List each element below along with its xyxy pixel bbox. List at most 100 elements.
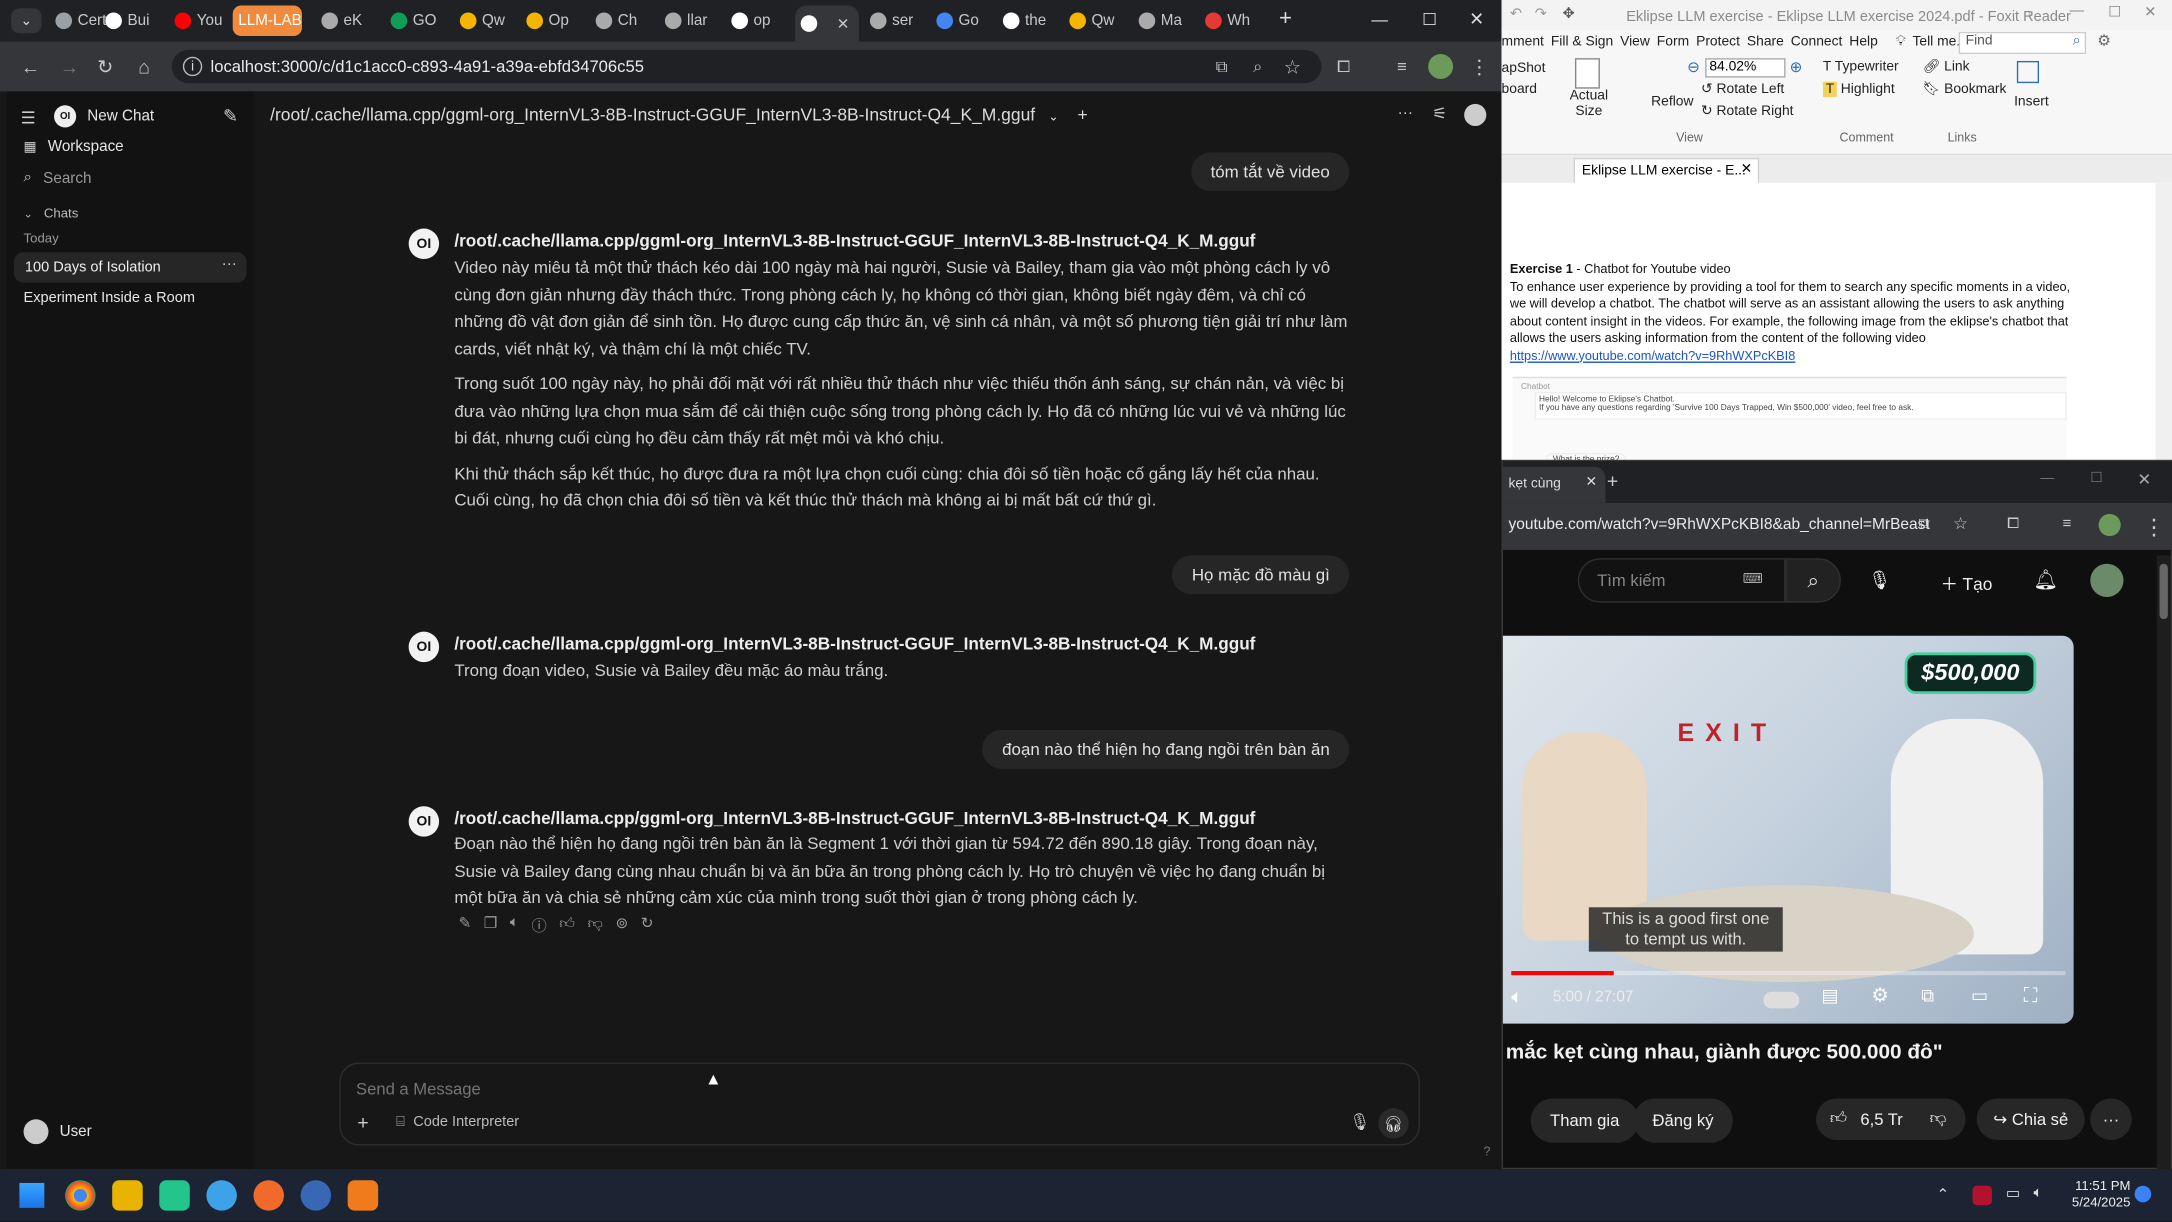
avatar[interactable] [2090,563,2124,598]
video-player[interactable]: EXIT $500,000 This is a good first one t… [1502,635,2074,1024]
tab-search-icon[interactable]: ⌄ [11,8,42,34]
video-progress-track[interactable] [1511,971,2066,976]
home-icon[interactable]: ⌂ [130,53,158,81]
find-box[interactable]: Find ⌕ [1958,31,2087,55]
exercise-link[interactable]: https://www.youtube.com/watch?v=9RhWXPcK… [1510,347,2078,364]
browser-tab[interactable]: ✕ [795,5,859,42]
install-icon[interactable]: ⧉ [1919,515,1930,533]
media-icon[interactable]: ≡ [1388,53,1416,81]
microphone-icon[interactable]: 🎙︎ [1860,561,1899,600]
undo-icon[interactable]: ↶ [1510,6,1522,23]
close-icon[interactable]: ✕ [2137,470,2151,489]
copy-icon[interactable]: ❐ [484,914,498,936]
hand-icon[interactable]: ✥ [1563,6,1575,23]
more-options-icon[interactable]: ··· [1398,105,1413,122]
browser-tab[interactable]: ser [864,6,925,36]
menu-item[interactable]: Share [1747,35,1784,50]
menu-item[interactable]: Form [1657,35,1689,50]
menu-icon[interactable]: ⋮ [1466,53,1494,81]
browser-tab[interactable]: Bui [100,6,161,36]
clipboard-button[interactable]: board [1502,82,1537,97]
close-icon[interactable]: ✕ [1741,162,1753,177]
app-taskbar-icon[interactable] [300,1180,332,1211]
scrollbar[interactable] [2156,555,2171,1171]
link-button[interactable]: 🔗︎ Link [1923,60,1970,75]
fullscreen-icon[interactable]: ⛶ [2024,983,2038,1007]
subscribe-button[interactable]: Đăng ký [1633,1098,1733,1143]
edit-icon[interactable]: ✎ [459,914,472,936]
thumbs-down-icon[interactable]: 👎︎ [1930,1108,1947,1129]
zoom-combo[interactable]: 84.02% [1705,58,1786,78]
info-icon[interactable]: ⓘ [532,914,547,936]
close-icon[interactable]: ✕ [2144,4,2156,21]
help-icon[interactable]: ? [1484,1144,1491,1158]
actual-size-button[interactable]: Actual Size [1568,89,1610,119]
bookmark-star-icon[interactable]: ☆ [1953,514,1968,533]
install-icon[interactable]: ⧉ [1208,53,1236,81]
edit-icon[interactable]: ✎ [223,105,238,127]
more-icon[interactable]: ··· [2090,1098,2132,1141]
redo-icon[interactable]: ↷ [1535,6,1547,23]
chat-item-active[interactable]: 100 Days of Isolation ··· [13,252,247,283]
create-button[interactable]: ＋ Tạo [1941,569,1993,595]
insert-button[interactable]: Insert [2014,94,2049,109]
doc-tab[interactable]: Eklipse LLM exercise - E... ✕ [1573,157,1760,183]
menu-icon[interactable]: ⋮ [2143,514,2165,542]
theater-icon[interactable]: ▭ [1971,985,1988,1007]
rotate-left-button[interactable]: ↺ Rotate Left [1701,82,1784,97]
join-button[interactable]: Tham gia [1530,1098,1639,1143]
minimize-icon[interactable]: — [1369,8,1391,30]
autoplay-toggle[interactable] [1763,991,1800,1009]
app-taskbar-icon[interactable] [253,1180,284,1211]
speaker-icon[interactable]: 🔈︎ [510,914,519,936]
maximize-icon[interactable]: ☐ [2108,4,2121,21]
scrollbar-thumb[interactable] [2159,563,2168,620]
snapshot-button[interactable]: apShot [1502,61,1546,76]
zoom-icon[interactable]: ⌕ [1244,53,1272,81]
notification-bell-icon[interactable] [2134,1185,2152,1203]
reload-icon[interactable]: ↻ [91,53,119,81]
browser-tab[interactable]: Ch [590,6,651,36]
add-model-icon[interactable]: + [1077,105,1087,124]
app-taskbar-icon[interactable] [206,1180,237,1211]
profile-avatar[interactable] [2098,513,2121,537]
keyboard-icon[interactable]: ⌨ [1743,572,1763,587]
browser-tab[interactable]: eK [316,6,377,36]
browser-tab[interactable]: Wh [1200,6,1261,36]
rotate-right-button[interactable]: ↻ Rotate Right [1701,104,1793,119]
windows-start-icon[interactable] [19,1182,45,1208]
code-interpreter-toggle[interactable]: ⌸ Code Interpreter [396,1114,519,1132]
continue-icon[interactable]: ⊚ [616,914,629,936]
chat-item[interactable]: Experiment Inside a Room [24,290,195,307]
restore-icon[interactable]: ▫ [2028,6,2033,23]
menu-item[interactable]: Help [1849,35,1878,50]
thumbs-down-icon[interactable]: 👎︎ [588,914,603,936]
speaker-icon[interactable]: 🔈︎ [2033,1184,2042,1202]
typewriter-button[interactable]: T Typewriter [1823,60,1899,75]
back-icon[interactable]: ← [17,53,45,81]
controls-icon[interactable]: ⚟ [1432,104,1447,123]
chevron-up-icon[interactable]: ⌃ [1937,1186,1950,1204]
menu-lines-icon[interactable]: ☰ [21,108,36,127]
clock[interactable]: 11:51 PM 5/24/2025 [2061,1179,2131,1212]
chats-section[interactable]: ⌄ Chats [24,206,79,221]
browser-tab[interactable]: Qw [454,6,515,36]
minimize-icon[interactable]: — [2040,471,2054,486]
browser-tab[interactable]: the [997,6,1058,36]
browser-tab[interactable]: Op [521,6,582,36]
maximize-icon[interactable]: ☐ [1418,8,1440,30]
browser-tab[interactable]: Ma [1133,6,1194,36]
yt-search-box[interactable]: Tìm kiếm ⌨ [1577,558,1786,603]
close-icon[interactable]: ✕ [1466,8,1488,30]
captions-icon[interactable]: ▤ [1822,985,1839,1007]
new-tab-button[interactable]: + [1607,470,1618,492]
miniplayer-icon[interactable]: ⧉ [1921,985,1934,1007]
bell-icon[interactable]: 🔔︎ [2033,568,2058,592]
scrollbar[interactable] [2155,182,2172,471]
thumbs-up-icon[interactable]: 👍︎ [1830,1108,1847,1129]
extensions-icon[interactable]: ⧠ [1330,53,1358,81]
media-icon[interactable]: ≡ [2063,515,2072,532]
more-icon[interactable]: ··· [222,256,237,273]
settings-icon[interactable]: ⚙ [2097,32,2111,50]
tray-app-icon[interactable] [1972,1185,1992,1206]
